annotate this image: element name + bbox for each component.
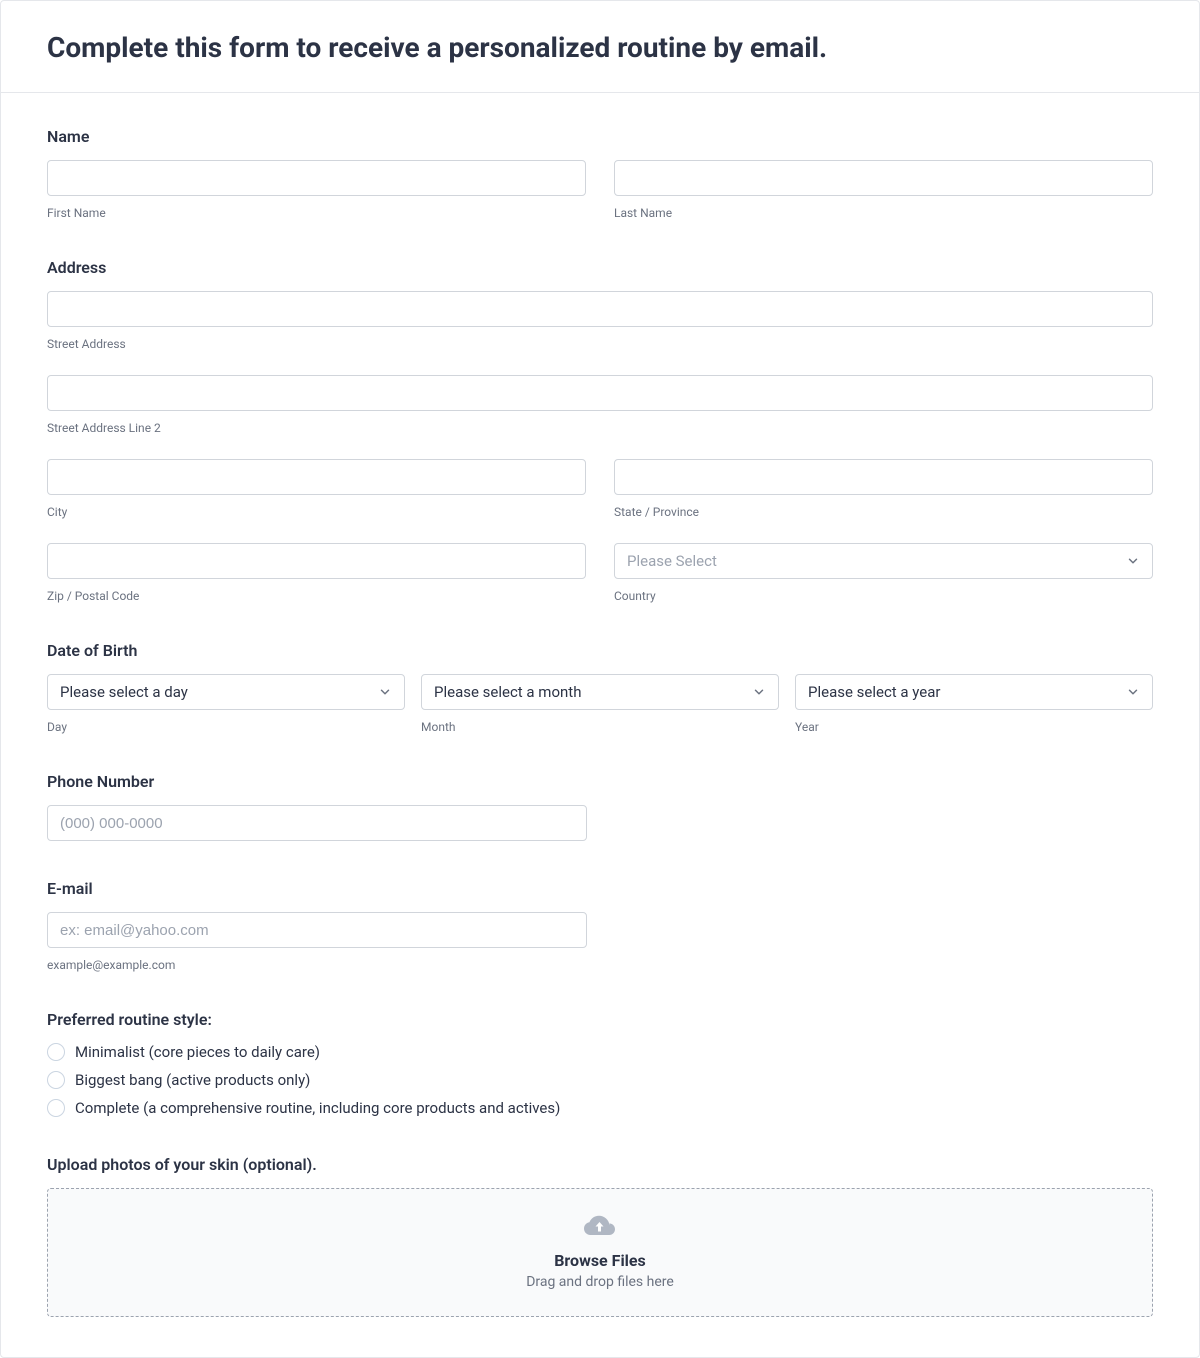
routine-option-label: Biggest bang (active products only) [75,1071,310,1089]
routine-option-complete[interactable]: Complete (a comprehensive routine, inclu… [47,1099,1153,1117]
email-label: E-mail [47,879,1153,898]
zip-sublabel: Zip / Postal Code [47,589,586,603]
form-header: Complete this form to receive a personal… [1,1,1199,93]
chevron-down-icon [1126,685,1140,699]
street-address-sublabel: Street Address [47,337,1153,351]
dob-year-sublabel: Year [795,720,1153,734]
state-sublabel: State / Province [614,505,1153,519]
radio-icon [47,1043,65,1061]
routine-label: Preferred routine style: [47,1010,1153,1029]
dob-day-sublabel: Day [47,720,405,734]
file-upload-dropzone[interactable]: Browse Files Drag and drop files here [47,1188,1153,1317]
dob-day-placeholder: Please select a day [60,683,188,701]
dob-year-placeholder: Please select a year [808,683,941,701]
city-sublabel: City [47,505,586,519]
chevron-down-icon [752,685,766,699]
radio-icon [47,1071,65,1089]
street-address-input[interactable] [47,291,1153,327]
dob-month-sublabel: Month [421,720,779,734]
upload-browse-text: Browse Files [554,1251,646,1270]
address-label: Address [47,258,1153,277]
radio-icon [47,1099,65,1117]
street-address-2-input[interactable] [47,375,1153,411]
street-address-2-sublabel: Street Address Line 2 [47,421,1153,435]
email-input[interactable] [47,912,587,948]
page-title: Complete this form to receive a personal… [47,31,1153,64]
state-input[interactable] [614,459,1153,495]
routine-option-label: Minimalist (core pieces to daily care) [75,1043,320,1061]
phone-label: Phone Number [47,772,1153,791]
routine-option-biggest-bang[interactable]: Biggest bang (active products only) [47,1071,1153,1089]
upload-label: Upload photos of your skin (optional). [47,1155,1153,1174]
first-name-input[interactable] [47,160,586,196]
chevron-down-icon [1126,554,1140,568]
routine-option-label: Complete (a comprehensive routine, inclu… [75,1099,560,1117]
email-sublabel: example@example.com [47,958,587,972]
country-select[interactable]: Please Select [614,543,1153,579]
zip-input[interactable] [47,543,586,579]
routine-option-minimalist[interactable]: Minimalist (core pieces to daily care) [47,1043,1153,1061]
upload-dragdrop-text: Drag and drop files here [526,1274,674,1290]
phone-input[interactable] [47,805,587,841]
country-sublabel: Country [614,589,1153,603]
country-placeholder: Please Select [627,552,717,570]
dob-day-select[interactable]: Please select a day [47,674,405,710]
name-label: Name [47,127,1153,146]
chevron-down-icon [378,685,392,699]
last-name-sublabel: Last Name [614,206,1153,220]
last-name-input[interactable] [614,160,1153,196]
dob-month-select[interactable]: Please select a month [421,674,779,710]
dob-year-select[interactable]: Please select a year [795,674,1153,710]
dob-month-placeholder: Please select a month [434,683,581,701]
dob-label: Date of Birth [47,641,1153,660]
city-input[interactable] [47,459,586,495]
first-name-sublabel: First Name [47,206,586,220]
cloud-upload-icon [584,1213,616,1241]
